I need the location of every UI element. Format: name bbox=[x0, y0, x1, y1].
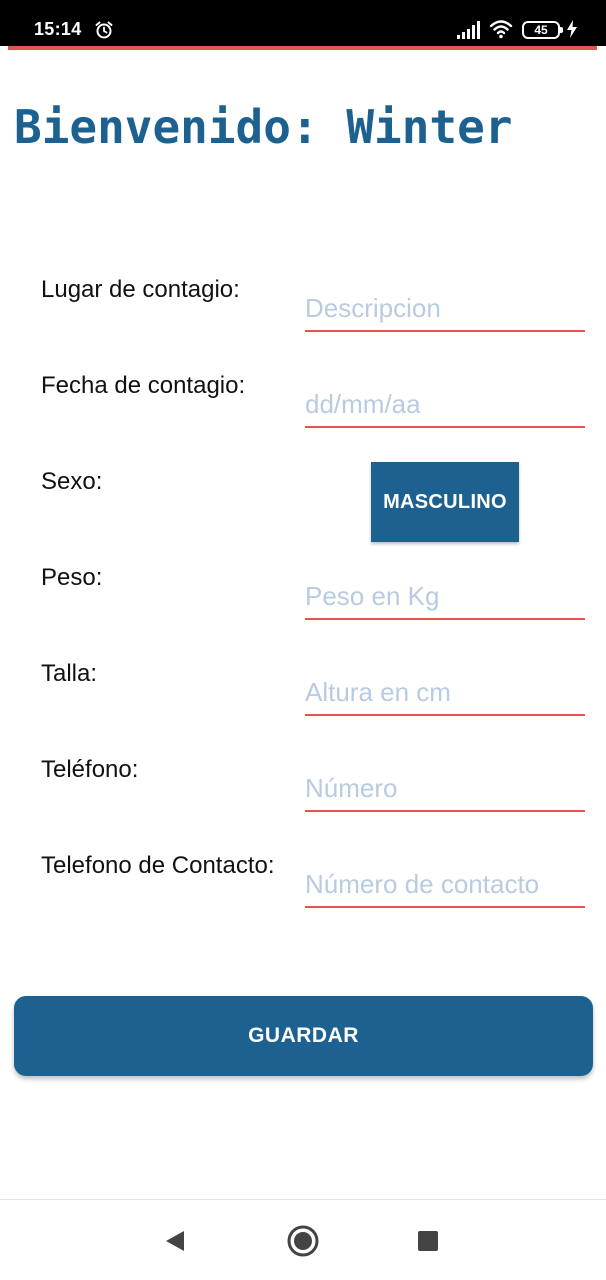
telefono-contacto-placeholder: Número de contacto bbox=[305, 869, 540, 899]
battery-icon: 45 bbox=[522, 21, 563, 39]
lugar-label: Lugar de contagio: bbox=[41, 276, 240, 303]
gender-toggle-button[interactable]: MASCULINO bbox=[371, 462, 519, 542]
fecha-placeholder: dd/mm/aa bbox=[305, 389, 421, 419]
peso-input[interactable]: Peso en Kg bbox=[305, 578, 585, 620]
lugar-placeholder: Descripcion bbox=[305, 293, 441, 323]
talla-placeholder: Altura en cm bbox=[305, 677, 451, 707]
battery-level: 45 bbox=[534, 23, 548, 37]
telefono-placeholder: Número bbox=[305, 773, 398, 803]
charging-icon bbox=[567, 20, 577, 38]
app-screen: 15:14 45 Bienvenido: Winter Lugar de con… bbox=[0, 0, 606, 1280]
peso-label: Peso: bbox=[41, 564, 103, 591]
accent-line bbox=[8, 46, 597, 50]
peso-placeholder: Peso en Kg bbox=[305, 581, 440, 611]
status-bar: 15:14 45 bbox=[0, 0, 606, 46]
telefono-label: Teléfono: bbox=[41, 756, 139, 783]
telefono-contacto-input[interactable]: Número de contacto bbox=[305, 866, 585, 908]
status-time: 15:14 bbox=[34, 19, 82, 39]
save-button[interactable]: GUARDAR bbox=[14, 996, 593, 1076]
home-icon[interactable] bbox=[287, 1225, 319, 1257]
back-icon[interactable] bbox=[164, 1229, 186, 1253]
wifi-icon bbox=[489, 20, 513, 39]
telefono-input[interactable]: Número bbox=[305, 770, 585, 812]
page-title: Bienvenido: Winter bbox=[14, 100, 513, 154]
recents-icon[interactable] bbox=[418, 1231, 438, 1251]
fecha-label: Fecha de contagio: bbox=[41, 372, 246, 399]
alarm-icon bbox=[95, 21, 113, 39]
telefono-contacto-label: Telefono de Contacto: bbox=[41, 852, 275, 879]
talla-label: Talla: bbox=[41, 660, 98, 687]
fecha-input[interactable]: dd/mm/aa bbox=[305, 386, 585, 428]
lugar-input[interactable]: Descripcion bbox=[305, 290, 585, 332]
sexo-label: Sexo: bbox=[41, 468, 103, 495]
navigation-bar bbox=[0, 1199, 606, 1280]
talla-input[interactable]: Altura en cm bbox=[305, 674, 585, 716]
signal-icon bbox=[457, 21, 480, 39]
